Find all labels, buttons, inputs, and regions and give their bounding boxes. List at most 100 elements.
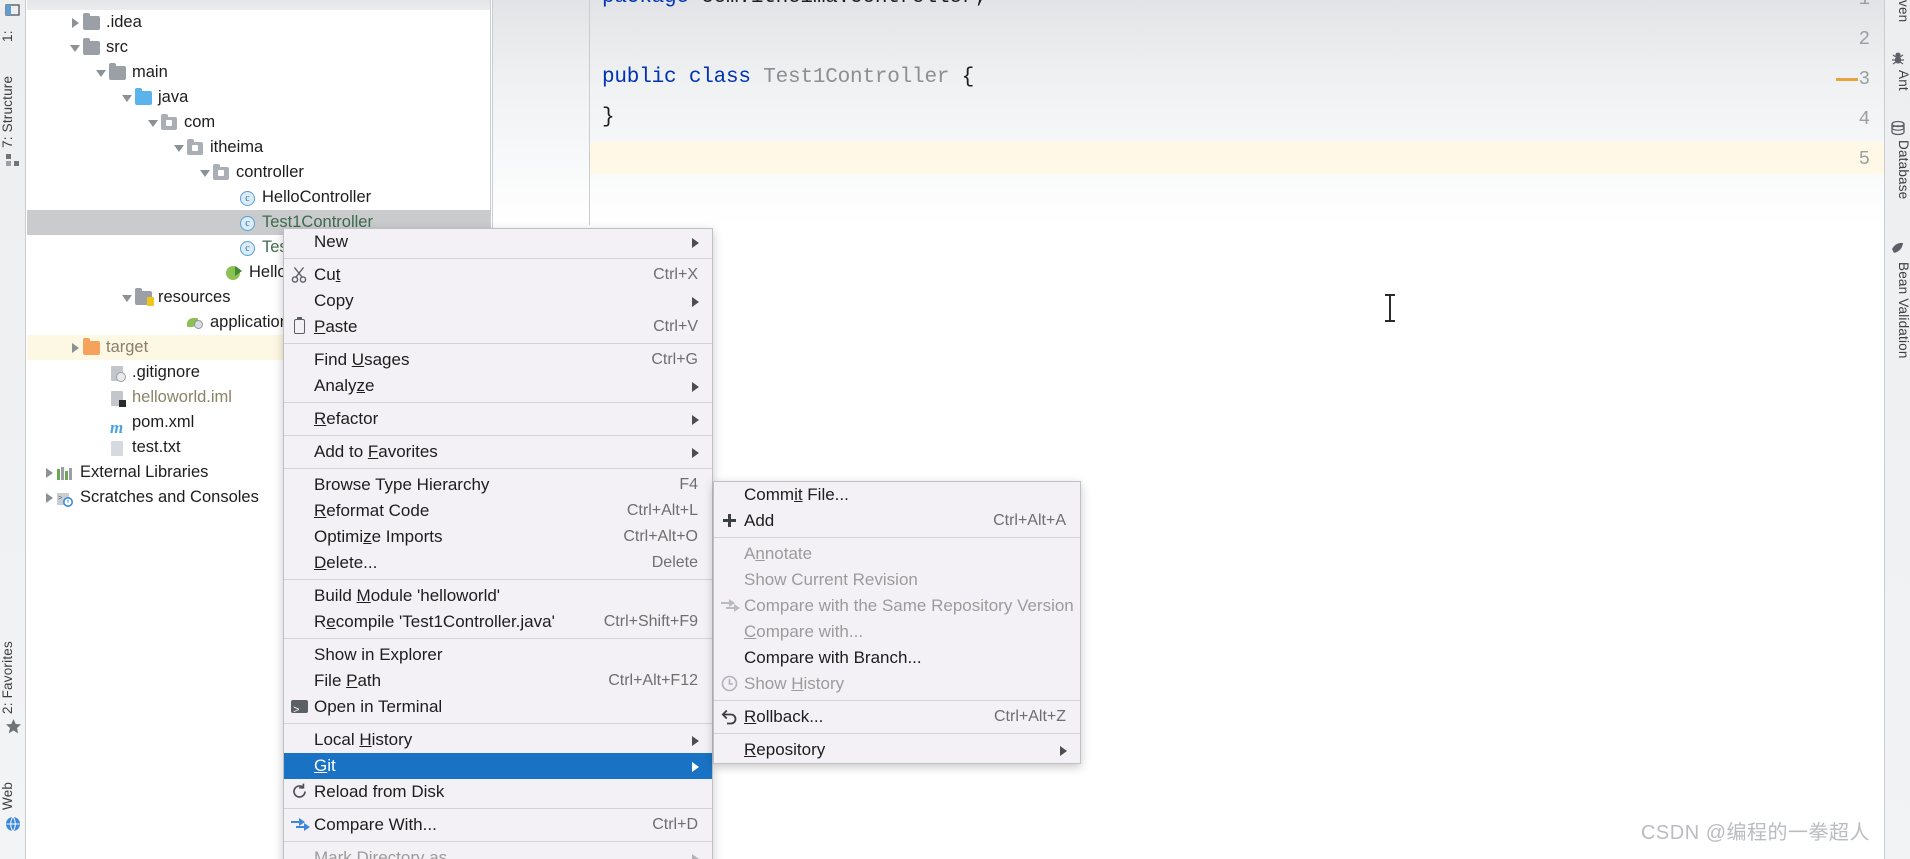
menu-item[interactable]: Refactor	[284, 406, 712, 432]
terminal-icon	[290, 697, 309, 723]
submenu-arrow-icon	[1060, 746, 1067, 756]
tree-row[interactable]: java	[27, 85, 490, 110]
tree-row[interactable]: main	[27, 60, 490, 85]
git-submenu[interactable]: Commit File... Add Ctrl+Alt+A Annotate Show …	[713, 481, 1081, 764]
menu-item-shortcut: Ctrl+Alt+F12	[608, 672, 698, 689]
tree-row-label: src	[106, 38, 128, 57]
menu-item-label: Paste	[314, 317, 358, 336]
tree-row[interactable]: itheima	[27, 135, 490, 160]
sidebar-tab-structure[interactable]: 7: Structure	[0, 38, 26, 148]
menu-item[interactable]: Browse Type Hierarchy F4	[284, 472, 712, 498]
chevron-down-icon[interactable]	[173, 141, 186, 154]
submenu-arrow-icon	[692, 762, 699, 772]
text-cursor	[1385, 294, 1395, 322]
menu-item[interactable]: Optimize Imports Ctrl+Alt+O	[284, 524, 712, 550]
menu-item[interactable]: Add to Favorites	[284, 439, 712, 465]
menu-item[interactable]: File Path Ctrl+Alt+F12	[284, 668, 712, 694]
menu-item[interactable]: Analyze	[284, 373, 712, 399]
menu-item: Compare with the Same Repository Version	[714, 593, 1080, 619]
code-token: com.itheima.controller;	[701, 0, 986, 9]
menu-item[interactable]: Build Module 'helloworld'	[284, 583, 712, 609]
code-line[interactable]: package com.itheima.controller;	[602, 0, 987, 9]
submenu-arrow-icon	[692, 448, 699, 458]
chevron-down-icon[interactable]	[69, 41, 82, 54]
menu-item: Annotate	[714, 541, 1080, 567]
chevron-down-icon[interactable]	[199, 166, 212, 179]
scratches-icon: >	[57, 490, 75, 507]
sidebar-tab-ant[interactable]: Ant	[1885, 70, 1910, 110]
sidebar-tab-database[interactable]: Database	[1885, 140, 1910, 232]
error-stripe-marker[interactable]	[1836, 78, 1858, 81]
menu-item[interactable]: Add Ctrl+Alt+A	[714, 508, 1080, 534]
menu-item-label: Add to Favorites	[314, 442, 438, 461]
menu-item[interactable]: Cut Ctrl+X	[284, 262, 712, 288]
menu-item[interactable]: Find Usages Ctrl+G	[284, 347, 712, 373]
menu-item[interactable]: Paste Ctrl+V	[284, 314, 712, 340]
menu-item: Compare with...	[714, 619, 1080, 645]
sidebar-tab-web[interactable]: Web	[0, 752, 26, 810]
tree-row[interactable]: c HelloController	[27, 185, 490, 210]
chevron-right-icon[interactable]	[69, 16, 82, 29]
menu-item[interactable]: Git	[284, 753, 712, 779]
tree-row[interactable]: com	[27, 110, 490, 135]
tree-row-label: Scratches and Consoles	[80, 488, 259, 507]
menu-item[interactable]: Rollback... Ctrl+Alt+Z	[714, 704, 1080, 730]
menu-item-label: New	[314, 232, 349, 251]
sidebar-tab-maven[interactable]: ven	[1885, 0, 1910, 46]
chevron-down-icon[interactable]	[147, 116, 160, 129]
sidebar-tab-favorites[interactable]: 2: Favorites	[0, 596, 26, 714]
menu-separator	[284, 402, 712, 403]
menu-item[interactable]: Repository	[714, 737, 1080, 763]
tree-row[interactable]: src	[27, 35, 490, 60]
chevron-right-icon[interactable]	[69, 341, 82, 354]
menu-item[interactable]: Reformat Code Ctrl+Alt+L	[284, 498, 712, 524]
menu-item-label: Build Module 'helloworld'	[314, 586, 501, 605]
external-libraries-icon	[57, 465, 75, 481]
menu-item: Show Current Revision	[714, 567, 1080, 593]
menu-separator	[284, 638, 712, 639]
tree-row-label: HelloController	[262, 188, 372, 207]
menu-item-label: Show History	[744, 674, 845, 693]
chevron-down-icon[interactable]	[121, 91, 134, 104]
editor-top-fade	[492, 0, 1884, 225]
menu-separator	[714, 537, 1080, 538]
menu-item[interactable]: Reload from Disk	[284, 779, 712, 805]
code-line[interactable]: public class Test1Controller {	[602, 66, 974, 89]
menu-item[interactable]: New	[284, 229, 712, 255]
excluded-folder-icon	[83, 337, 101, 356]
menu-item[interactable]: Copy	[284, 288, 712, 314]
menu-item-shortcut: Ctrl+Alt+Z	[993, 708, 1066, 725]
menu-item[interactable]: Recompile 'Test1Controller.java' Ctrl+Shi…	[284, 609, 712, 635]
context-menu[interactable]: New Cut Ctrl+X Copy Paste Ctrl+V Find Usages Ct…	[283, 228, 713, 859]
tree-row[interactable]: .idea	[27, 10, 490, 35]
svg-text:>: >	[58, 495, 62, 502]
editor-gutter[interactable]	[492, 0, 590, 225]
folder-icon	[83, 37, 101, 56]
menu-item[interactable]: Delete... Delete	[284, 550, 712, 576]
code-line[interactable]: }	[602, 106, 615, 129]
menu-item[interactable]: Compare with Branch...	[714, 645, 1080, 671]
tree-row[interactable]: controller	[27, 160, 490, 185]
tree-twisty-none-icon	[95, 416, 108, 429]
gitignore-file-icon	[109, 365, 127, 382]
package-icon	[213, 163, 231, 181]
menu-item[interactable]: Open in Terminal	[284, 694, 712, 723]
menu-item[interactable]: Local History	[284, 727, 712, 753]
sidebar-tab-bean-validation[interactable]: Bean Validation	[1885, 262, 1910, 422]
chevron-down-icon[interactable]	[121, 291, 134, 304]
menu-item-shortcut: Ctrl+D	[652, 816, 698, 833]
menu-item[interactable]: Commit File...	[714, 482, 1080, 508]
left-tool-strip: 1: 7: Structure 2: Favorites Web	[0, 0, 26, 859]
chevron-right-icon[interactable]	[43, 466, 56, 479]
code-token: package	[602, 0, 701, 9]
chevron-down-icon[interactable]	[95, 66, 108, 79]
menu-item[interactable]: Compare With... Ctrl+D	[284, 812, 712, 838]
menu-item[interactable]: Show in Explorer	[284, 642, 712, 668]
tree-row-label: com	[184, 113, 216, 132]
chevron-right-icon[interactable]	[43, 491, 56, 504]
tree-twisty-none-icon	[173, 316, 186, 329]
sidebar-tab-project[interactable]: 1:	[0, 8, 26, 42]
tree-twisty-none-icon	[95, 391, 108, 404]
menu-item-label: File Path	[314, 671, 382, 690]
history-icon	[720, 674, 739, 693]
